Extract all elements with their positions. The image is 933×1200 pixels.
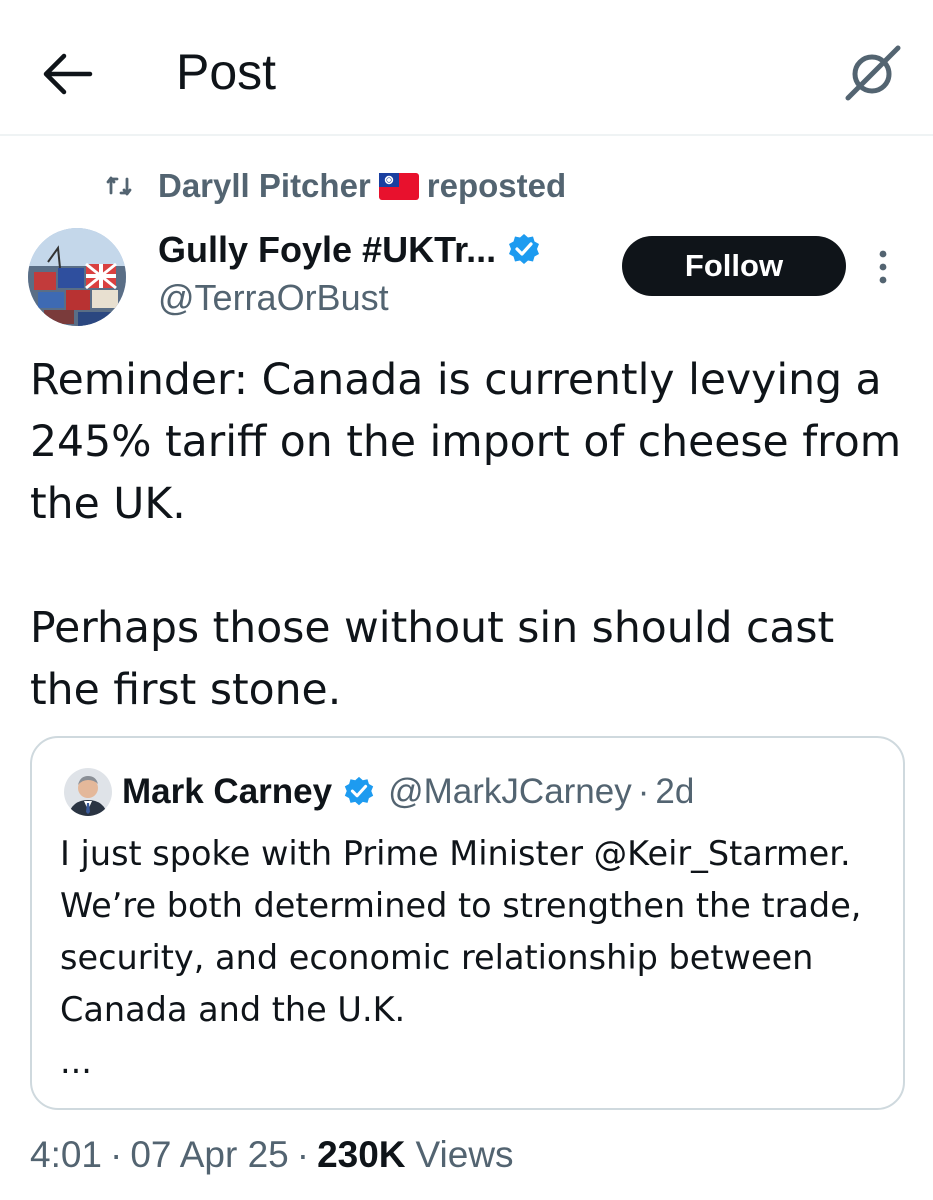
more-options-button[interactable] [870, 246, 896, 290]
back-button[interactable] [42, 50, 94, 98]
post-text-paragraph-1: Reminder: Canada is currently levying a … [30, 356, 902, 529]
author-avatar[interactable] [28, 228, 126, 326]
author-handle[interactable]: @TerraOrBust [158, 276, 389, 320]
views-label: Views [415, 1134, 514, 1175]
quoted-post-body: I just spoke with Prime Minister @Keir_S… [60, 834, 862, 1029]
grok-icon [845, 45, 901, 101]
quoted-author-handle[interactable]: @MarkJCarney [388, 772, 632, 812]
taiwan-flag-icon [378, 172, 419, 200]
quoted-separator: · [637, 772, 650, 811]
quoted-post-text: I just spoke with Prime Minister @Keir_S… [60, 828, 890, 1088]
quoted-post-time: 2d [655, 772, 695, 811]
post-time[interactable]: 4:01 [30, 1134, 102, 1176]
post-meta: 4:01 · 07 Apr 25 · 230K Views [30, 1132, 514, 1178]
more-vertical-icon [879, 250, 887, 284]
repost-icon [106, 176, 132, 196]
repost-indicator[interactable]: Daryll Pitcher reposted [104, 166, 566, 206]
verified-badge-icon [509, 234, 540, 264]
verified-badge-icon [344, 776, 374, 806]
quoted-author-name[interactable]: Mark Carney [122, 772, 332, 812]
post-text: Reminder: Canada is currently levying a … [30, 350, 910, 722]
quoted-post-truncation: ... [60, 1042, 92, 1081]
author-display-name[interactable]: Gully Foyle #UKTr... [158, 229, 496, 271]
grok-button[interactable] [842, 42, 904, 104]
meta-separator: · [110, 1134, 123, 1175]
quoted-author-avatar[interactable] [64, 768, 112, 816]
follow-button[interactable]: Follow [622, 236, 846, 296]
arrow-left-icon [43, 53, 93, 95]
post-date[interactable]: 07 Apr 25 [130, 1134, 288, 1176]
meta-separator: · [296, 1134, 310, 1175]
quoted-post-card[interactable]: Mark Carney @MarkJCarney · 2d I just spo… [30, 736, 905, 1110]
avatar-image [28, 228, 126, 326]
author-name-row: Gully Foyle #UKTr... [158, 228, 542, 272]
post-text-paragraph-2: Perhaps those without sin should cast th… [30, 604, 835, 715]
page-title: Post [176, 44, 277, 100]
repost-user-name[interactable]: Daryll Pitcher [158, 167, 371, 205]
top-bar: Post [0, 0, 933, 136]
quoted-avatar-image [64, 768, 112, 816]
views-count: 230K [317, 1134, 406, 1175]
quoted-post-header: Mark Carney @MarkJCarney · 2d [122, 768, 694, 816]
repost-label: reposted [426, 167, 567, 204]
